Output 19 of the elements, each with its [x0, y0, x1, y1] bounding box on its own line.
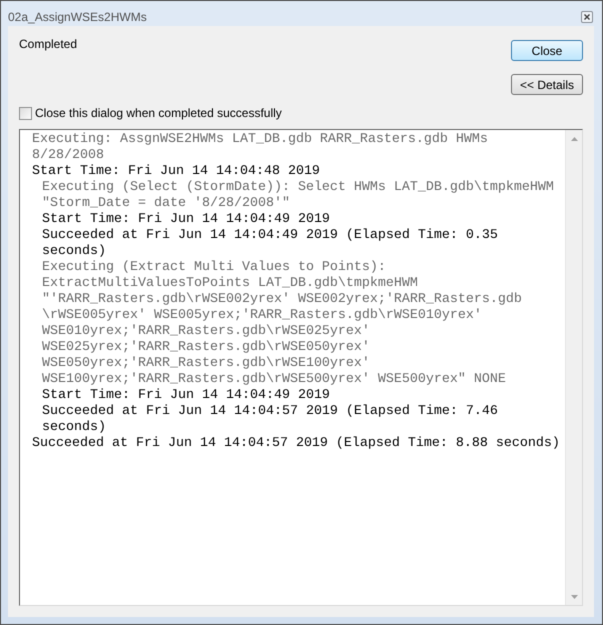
log-message: Start Time: Fri Jun 14 14:04:49 2019 [42, 212, 330, 228]
log-message: Succeeded at Fri Jun 14 14:04:57 2019 (Elapsed Time: 8.88 seconds) [32, 436, 560, 452]
dialog-button[interactable]: Close [511, 40, 583, 61]
checkbox-label: Close this dialog when completed successfully [35, 106, 282, 121]
log-message: Succeeded at Fri Jun 14 14:04:49 2019 (Elapsed Time: 0.35 seconds) [42, 228, 498, 260]
log-message: Executing (Extract Multi Values to Points): ExtractMultiValuesToPoints LAT_DB.gdb\tmpkmeHWM "'RARR_Rasters.gdb\rWSE002yrex' WSE002yrex;'RARR_Rasters.gdb \rWSE005yrex' WSE005yrex;'RARR_Rasters.gdb\rWSE010yrex' WSE010yrex;'RARR_Rasters.gdb\rWSE025yrex' WSE025yrex;'RARR_Rasters.gdb\rWSE050yrex' WSE050yrex;'RARR_Rasters.gdb\rWSE100yrex' WSE100yrex;'RARR_Rasters.gdb\rWSE500yrex' WSE500yrex" NONE [42, 260, 522, 388]
window-title: 02a_AssignWSEs2HWMs [8, 10, 147, 25]
log-message: Executing: AssgnWSE2HWMs LAT_DB.gdb RARR_Rasters.gdb HWMs 8/28/2008 [32, 132, 488, 164]
log-message: Start Time: Fri Jun 14 14:04:49 2019 [42, 388, 330, 404]
scroll-down-arrow-icon[interactable] [570, 595, 578, 599]
close-icon [584, 14, 590, 20]
dialog-button[interactable]: << Details [511, 74, 583, 95]
close-button[interactable] [581, 11, 593, 23]
log-message: Executing (Select (StormDate)): Select HWMs LAT_DB.gdb\tmpkmeHWM "Storm_Date = date '8/28/2008'" [42, 180, 554, 212]
scroll-up-arrow-icon[interactable] [570, 137, 578, 141]
log-message: Succeeded at Fri Jun 14 14:04:57 2019 (Elapsed Time: 7.46 seconds) [42, 404, 498, 436]
status-text: Completed [19, 37, 78, 52]
log-message: Start Time: Fri Jun 14 14:04:48 2019 [32, 164, 320, 180]
checkbox[interactable] [19, 107, 32, 120]
